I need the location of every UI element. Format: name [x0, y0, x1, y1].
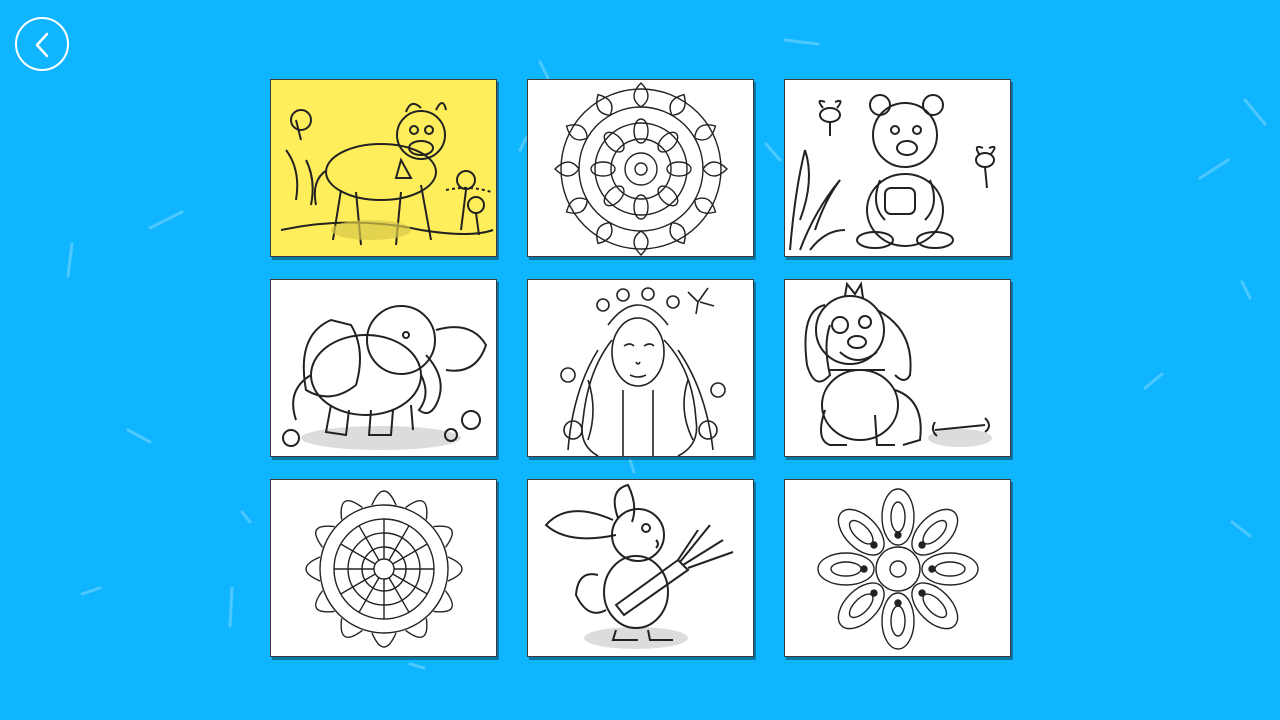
petal-mandala-picture	[305, 490, 463, 648]
flower-mandala-picture	[554, 82, 728, 256]
elephant-picture	[282, 305, 488, 450]
coloring-card-flower-mandala[interactable]	[527, 79, 754, 257]
girl-picture	[560, 287, 726, 456]
coloring-card-girl[interactable]	[527, 279, 754, 457]
ornate-mandala-picture	[817, 488, 979, 650]
bunny-picture	[544, 483, 734, 649]
coloring-page-gallery	[0, 0, 1280, 720]
coloring-card-petal-mandala[interactable]	[270, 479, 497, 657]
coloring-card-puppy[interactable]	[784, 279, 1011, 457]
coloring-card-bunny[interactable]	[527, 479, 754, 657]
coloring-card-elephant[interactable]	[270, 279, 497, 457]
coloring-card-bear[interactable]	[784, 79, 1011, 257]
coloring-card-calf[interactable]	[270, 79, 497, 257]
coloring-card-ornate-mandala[interactable]	[784, 479, 1011, 657]
puppy-picture	[804, 281, 992, 447]
bear-picture	[789, 94, 996, 251]
calf-picture	[271, 80, 496, 256]
